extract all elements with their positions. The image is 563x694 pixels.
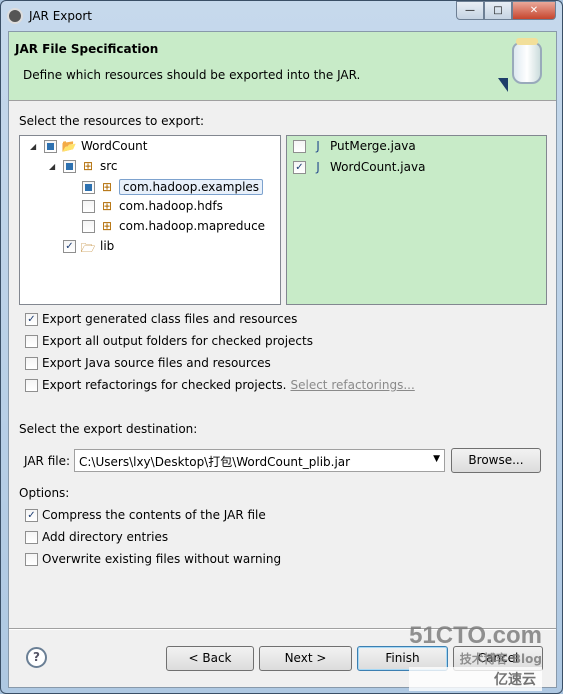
dialog-window: JAR Export — □ ✕ JAR File Specification … [0, 0, 563, 694]
tree-item-package[interactable]: ⊞ com.hadoop.hdfs [82, 199, 223, 213]
checkbox[interactable] [82, 219, 95, 233]
option-label: Export generated class files and resourc… [42, 312, 298, 326]
add-directory-entries-checkbox[interactable]: Add directory entries [25, 530, 168, 544]
jar-file-combo[interactable]: C:\Users\lxy\Desktop\打包\WordCount_plib.j… [74, 449, 445, 472]
option-label: Add directory entries [42, 530, 169, 544]
wizard-header: JAR File Specification Define which reso… [9, 32, 556, 101]
tree-item-label: WordCount [81, 139, 148, 153]
checkbox[interactable]: ✓ [293, 160, 306, 174]
tree-item-label: com.hadoop.hdfs [119, 199, 223, 213]
checkbox[interactable] [82, 199, 95, 213]
tree-item-lib[interactable]: ✓ 🗁 lib [63, 239, 115, 255]
watermark: 51CTO.com 技术博客 Blog 亿速云 [409, 622, 542, 691]
title-bar: JAR Export — □ ✕ [7, 1, 556, 27]
watermark-text: 51CTO.com [409, 622, 542, 649]
java-file-icon: J [316, 160, 320, 174]
package-icon: ⊞ [101, 199, 113, 213]
jar-file-label: JAR file: [24, 454, 71, 468]
watermark-text: 技术博客 Blog [459, 652, 542, 666]
tree-item-package[interactable]: ⊞ com.hadoop.mapreduce [82, 219, 265, 233]
select-refactorings-link[interactable]: Select refactorings... [290, 378, 414, 392]
file-item[interactable]: ✓ J WordCount.java [293, 160, 425, 174]
java-project-icon: 📂 [61, 139, 77, 153]
file-list[interactable]: J PutMerge.java ✓ J WordCount.java [286, 135, 547, 305]
resources-label: Select the resources to export: [19, 114, 205, 128]
compress-checkbox[interactable]: ✓ Compress the contents of the JAR file [25, 508, 266, 522]
export-refactorings-checkbox[interactable]: Export refactorings for checked projects… [25, 378, 415, 392]
option-label: Export refactorings for checked projects… [42, 378, 287, 392]
page-title: JAR File Specification [15, 42, 159, 56]
checkbox[interactable] [82, 180, 95, 194]
export-source-files-checkbox[interactable]: Export Java source files and resources [25, 356, 271, 370]
option-label: Compress the contents of the JAR file [42, 508, 266, 522]
minimize-button[interactable]: — [456, 1, 484, 20]
tree-item-package[interactable]: ⊞ com.hadoop.examples [82, 179, 264, 195]
back-button[interactable]: < Back [166, 646, 254, 671]
close-button[interactable]: ✕ [512, 1, 556, 20]
option-label: Export Java source files and resources [42, 356, 271, 370]
tree-item-label: com.hadoop.mapreduce [119, 219, 266, 233]
watermark-text: 亿速云 [409, 667, 542, 691]
next-button[interactable]: Next > [259, 646, 352, 671]
option-label: Overwrite existing files without warning [42, 552, 282, 566]
export-class-files-checkbox[interactable]: ✓ Export generated class files and resour… [25, 312, 297, 326]
source-folder-icon: ⊞ [82, 159, 94, 173]
checkbox[interactable]: ✓ [63, 239, 76, 253]
tree-item-wordcount[interactable]: ◢ 📂 WordCount [30, 139, 147, 153]
jar-icon [512, 38, 542, 84]
checkbox[interactable]: ✓ [25, 508, 38, 522]
jar-file-value: C:\Users\lxy\Desktop\打包\WordCount_plib.j… [79, 455, 351, 469]
page-description: Define which resources should be exporte… [23, 68, 361, 82]
checkbox[interactable] [25, 530, 38, 544]
file-item[interactable]: J PutMerge.java [293, 139, 416, 153]
chevron-down-icon[interactable]: ▼ [433, 454, 440, 464]
file-label: WordCount.java [330, 160, 426, 174]
eclipse-icon [7, 8, 23, 24]
tree-item-src[interactable]: ◢ ⊞ src [49, 159, 118, 173]
checkbox[interactable] [25, 334, 38, 348]
window-title: JAR Export [29, 9, 92, 23]
dialog-content: JAR File Specification Define which reso… [8, 31, 557, 691]
checkbox[interactable] [293, 139, 306, 153]
file-label: PutMerge.java [330, 139, 416, 153]
package-icon: ⊞ [101, 219, 113, 233]
wizard-arrow-icon [498, 78, 508, 92]
tree-item-label: com.hadoop.examples [119, 179, 264, 195]
option-label: Export all output folders for checked pr… [42, 334, 313, 348]
help-icon[interactable]: ? [26, 647, 47, 668]
browse-button[interactable]: Browse... [451, 448, 541, 473]
resource-tree[interactable]: ◢ 📂 WordCount ◢ ⊞ src ⊞ com.hadoop.examples ⊞… [19, 135, 281, 305]
checkbox[interactable] [63, 159, 76, 173]
package-icon: ⊞ [101, 180, 113, 194]
destination-label: Select the export destination: [19, 422, 198, 436]
checkbox[interactable]: ✓ [25, 312, 38, 326]
tree-item-label: lib [100, 239, 115, 253]
folder-icon: 🗁 [80, 241, 96, 255]
tree-item-label: src [100, 159, 118, 173]
checkbox[interactable] [25, 552, 38, 566]
checkbox[interactable] [44, 139, 57, 153]
expand-icon[interactable]: ◢ [30, 142, 40, 151]
checkbox[interactable] [25, 356, 38, 370]
export-output-folders-checkbox[interactable]: Export all output folders for checked pr… [25, 334, 313, 348]
overwrite-checkbox[interactable]: Overwrite existing files without warning [25, 552, 281, 566]
expand-icon[interactable]: ◢ [49, 162, 59, 171]
java-file-icon: J [316, 139, 320, 153]
options-label: Options: [19, 486, 70, 500]
checkbox[interactable] [25, 378, 38, 392]
maximize-button[interactable]: □ [484, 1, 512, 20]
